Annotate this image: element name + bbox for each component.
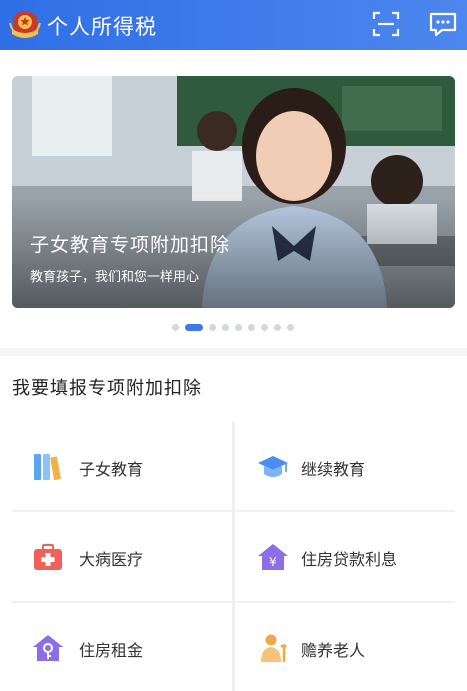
banner-subtitle: 教育孩子，我们和您一样用心 — [30, 270, 200, 285]
house-yen-icon: ¥ — [258, 544, 288, 570]
banner-carousel[interactable]: 子女教育专项附加扣除 教育孩子，我们和您一样用心 — [12, 76, 455, 308]
item-children-education[interactable]: 子女教育 — [12, 422, 232, 510]
item-label: 继续教育 — [301, 460, 366, 479]
carousel-dot[interactable] — [235, 323, 242, 331]
deduction-grid: 子女教育 继续教育 大病医疗 ¥ 住房贷款利息 住房租金 赡养老人 — [12, 422, 455, 691]
carousel-dot[interactable] — [248, 323, 255, 331]
house-key-icon — [33, 635, 63, 661]
carousel-dot[interactable] — [287, 323, 294, 331]
elderly-icon — [261, 634, 288, 662]
app-title: 个人所得税 — [47, 15, 157, 39]
scan-icon[interactable] — [371, 9, 401, 39]
carousel-dot[interactable] — [172, 323, 179, 331]
carousel-indicator — [172, 322, 300, 332]
graduation-cap-icon — [258, 456, 288, 477]
carousel-dot[interactable] — [222, 323, 229, 331]
section-title: 我要填报专项附加扣除 — [12, 378, 202, 399]
carousel-dot[interactable] — [261, 323, 268, 331]
item-label: 住房租金 — [79, 641, 144, 660]
carousel-dot[interactable] — [274, 323, 281, 331]
tax-emblem-icon — [9, 11, 41, 38]
item-elderly-support[interactable]: 赡养老人 — [235, 603, 455, 691]
deduction-section: 我要填报专项附加扣除 子女教育 继续教育 大病医疗 ¥ 住房贷款利息 住房租金 … — [0, 356, 467, 691]
carousel-dot[interactable] — [185, 323, 203, 331]
message-icon[interactable] — [428, 9, 458, 39]
svg-text:¥: ¥ — [269, 555, 277, 569]
app-header: 个人所得税 — [0, 0, 467, 50]
item-label: 住房贷款利息 — [301, 550, 398, 569]
item-housing-rent[interactable]: 住房租金 — [12, 603, 232, 691]
item-label: 赡养老人 — [301, 641, 366, 660]
item-label: 大病医疗 — [79, 550, 144, 569]
banner-area: 子女教育专项附加扣除 教育孩子，我们和您一样用心 — [0, 50, 467, 348]
item-housing-loan-interest[interactable]: ¥ 住房贷款利息 — [235, 512, 455, 601]
medical-kit-icon — [34, 544, 62, 570]
item-continuing-education[interactable]: 继续教育 — [235, 422, 455, 510]
books-icon — [34, 454, 61, 481]
banner-title: 子女教育专项附加扣除 — [30, 234, 231, 256]
item-label: 子女教育 — [79, 460, 144, 479]
carousel-dot[interactable] — [209, 323, 216, 331]
item-serious-illness[interactable]: 大病医疗 — [12, 512, 232, 601]
